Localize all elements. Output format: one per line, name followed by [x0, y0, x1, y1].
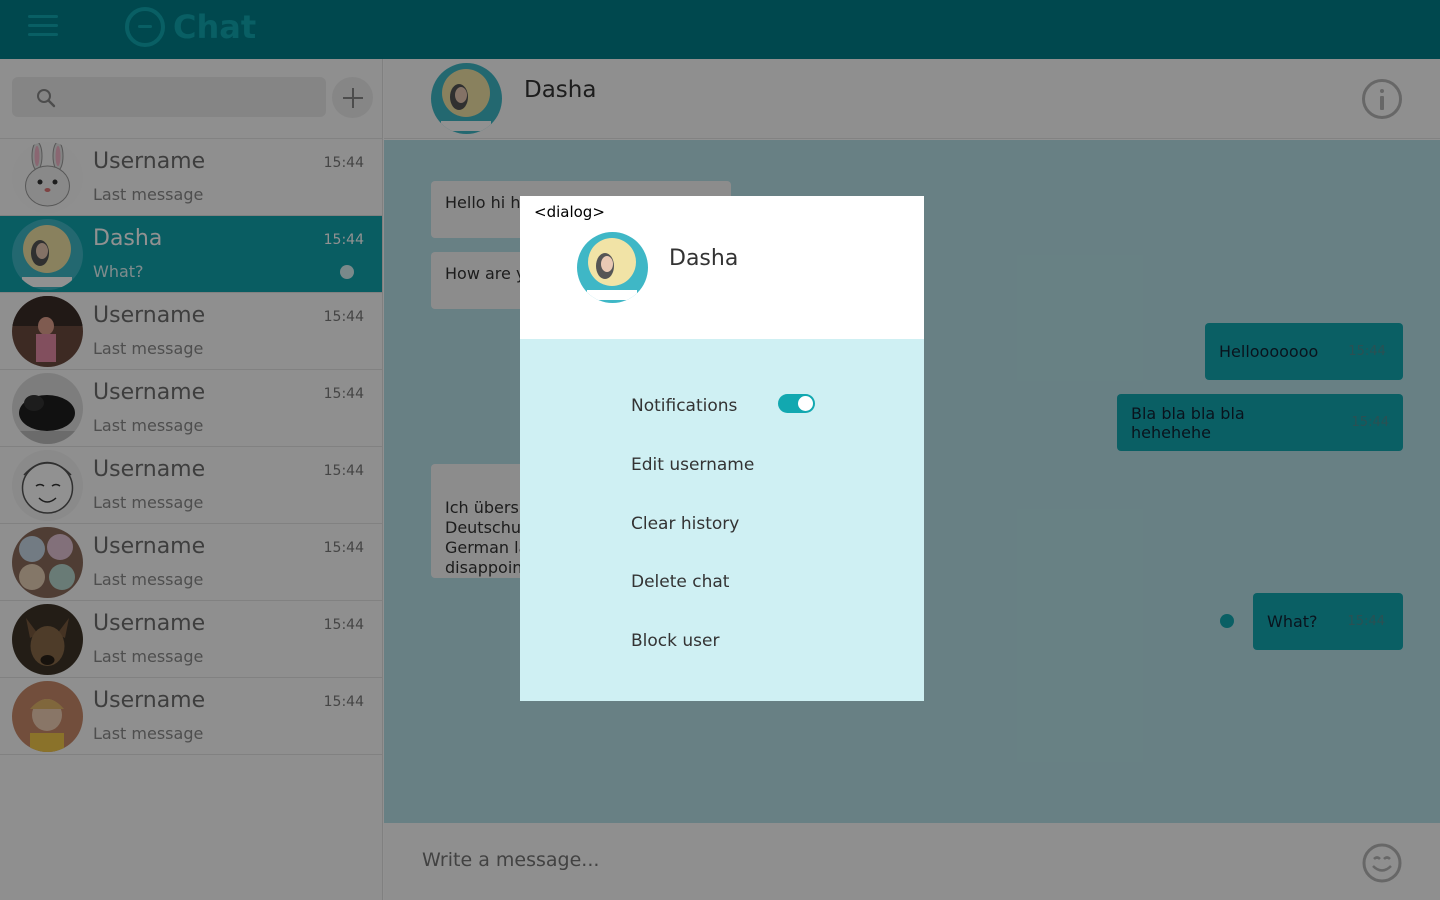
notifications-toggle[interactable]: [778, 394, 815, 413]
clear-history-option[interactable]: Clear history: [631, 514, 739, 534]
user-settings-dialog: <dialog> Dasha Notifications Edit userna…: [520, 196, 924, 701]
avatar: [577, 232, 648, 303]
delete-chat-option[interactable]: Delete chat: [631, 572, 729, 592]
edit-username-option[interactable]: Edit username: [631, 455, 754, 475]
dialog-options: Notifications Edit username Clear histor…: [520, 339, 924, 701]
notifications-label: Notifications: [631, 396, 738, 416]
dialog-tag-label: <dialog>: [534, 203, 605, 221]
block-user-option[interactable]: Block user: [631, 631, 719, 651]
dialog-username: Dasha: [669, 246, 739, 271]
dialog-header: <dialog> Dasha: [520, 196, 924, 339]
